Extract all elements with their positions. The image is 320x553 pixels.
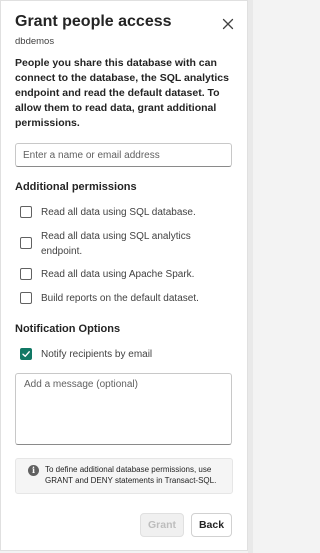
checkbox[interactable] bbox=[20, 237, 32, 249]
close-icon[interactable] bbox=[220, 16, 236, 32]
additional-permissions-heading: Additional permissions bbox=[15, 181, 137, 193]
checkbox[interactable] bbox=[20, 268, 32, 280]
dialog-description: People you share this database with can … bbox=[15, 57, 229, 129]
dialog-title: Grant people access bbox=[15, 13, 172, 30]
permission-build-reports[interactable]: Build reports on the default dataset. bbox=[20, 291, 211, 306]
dialog-subtitle: dbdemos bbox=[15, 36, 55, 47]
permission-sql-analytics-endpoint[interactable]: Read all data using SQL analytics endpoi… bbox=[20, 229, 201, 259]
permission-apache-spark[interactable]: Read all data using Apache Spark. bbox=[20, 267, 211, 282]
info-text: To define additional database permission… bbox=[45, 465, 217, 485]
permission-label: Read all data using SQL database. bbox=[41, 207, 196, 218]
notify-recipients-option[interactable]: Notify recipients by email bbox=[20, 347, 211, 362]
permission-sql-database[interactable]: Read all data using SQL database. bbox=[20, 205, 211, 220]
info-banner: i To define additional database permissi… bbox=[15, 458, 233, 494]
permission-label: Read all data using SQL analytics endpoi… bbox=[41, 231, 191, 257]
info-icon: i bbox=[28, 465, 39, 476]
checkbox[interactable] bbox=[20, 292, 32, 304]
email-field[interactable] bbox=[15, 143, 232, 167]
background-edge bbox=[248, 0, 253, 553]
message-field[interactable] bbox=[15, 373, 232, 445]
checkmark-icon bbox=[22, 351, 30, 357]
notification-options-heading: Notification Options bbox=[15, 323, 121, 335]
grant-access-dialog: Grant people access dbdemos People you s… bbox=[0, 0, 248, 551]
back-button[interactable]: Back bbox=[191, 513, 232, 537]
checkbox[interactable] bbox=[20, 206, 32, 218]
permission-label: Build reports on the default dataset. bbox=[41, 293, 199, 304]
checkbox-checked[interactable] bbox=[20, 348, 32, 360]
permission-label: Read all data using Apache Spark. bbox=[41, 269, 195, 280]
grant-button[interactable]: Grant bbox=[140, 513, 184, 537]
notify-label: Notify recipients by email bbox=[41, 349, 153, 360]
